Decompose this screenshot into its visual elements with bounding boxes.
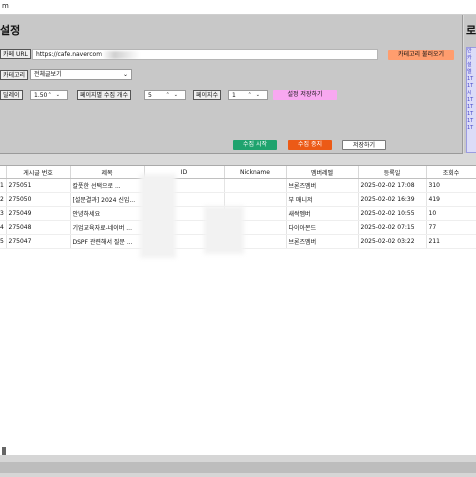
table-cell: 419 xyxy=(426,192,476,207)
start-collect-button[interactable]: 수집 시작 xyxy=(233,140,277,150)
redacted-id-blur xyxy=(140,174,176,258)
load-category-button[interactable]: 카테고리 불러오기 xyxy=(388,50,454,60)
pages-label: 페이지수 xyxy=(193,90,222,100)
delay-spinbox[interactable]: 1.50 ⌃⌄ xyxy=(30,90,68,100)
log-list[interactable]: 안 카 설 엘 1T 1T 시 1T 1T 1T 1T 1T xyxy=(466,47,476,153)
log-item: 1T xyxy=(467,83,474,89)
category-select[interactable]: 전체글보기 ⌄ xyxy=(30,69,132,80)
table-header-row: 게시글 번호 제목 ID Nickname 멤버레벨 등록일 조회수 xyxy=(0,166,476,179)
table-cell: 2025-02-02 17:08 xyxy=(358,178,427,193)
per-page-spinbox[interactable]: 5 ⌃⌄ xyxy=(144,90,186,100)
table-cell: DSPF 관련해서 질문 ... xyxy=(70,234,145,249)
title-bar: m xyxy=(0,0,476,15)
horizontal-scrollbar[interactable] xyxy=(0,462,476,473)
table-row[interactable]: 1 275051 칼풋한 선택으로 ... 브론즈멤버 2025-02-02 17:08… xyxy=(0,178,476,193)
settings-heading: 설정 xyxy=(0,24,21,37)
column-header[interactable]: 조회수 xyxy=(426,166,476,179)
table-cell: 2025-02-02 10:55 xyxy=(358,206,427,221)
table-cell: [설문결과] 2024 신입... xyxy=(70,192,145,207)
column-header[interactable]: 제목 xyxy=(70,166,145,179)
log-item: 설 xyxy=(467,62,472,68)
window-title: m xyxy=(2,2,9,10)
save-button[interactable]: 저장하기 xyxy=(342,140,386,150)
cafe-url-value: https://cafe.navercom xyxy=(36,51,103,58)
table-cell: 안녕하세요 xyxy=(70,206,145,221)
table-cell: 새싹멤버 xyxy=(286,206,359,221)
table-cell: 브론즈멤버 xyxy=(286,178,359,193)
table-cell: 2025-02-02 16:39 xyxy=(358,192,427,207)
results-table-container: 게시글 번호 제목 ID Nickname 멤버레벨 등록일 조회수 1 275051 칼풋한 … xyxy=(0,165,476,456)
spin-arrows-icon[interactable]: ⌃⌄ xyxy=(48,91,64,100)
log-item: 1T xyxy=(467,104,474,110)
log-item: 1T xyxy=(467,125,474,131)
table-cell: 275047 xyxy=(6,234,71,249)
spin-arrows-icon[interactable]: ⌃⌄ xyxy=(248,91,264,100)
log-panel: 로 안 카 설 엘 1T 1T 시 1T 1T 1T 1T 1T xyxy=(464,15,476,153)
category-label: 카테고리 xyxy=(0,70,29,80)
table-cell: 10 xyxy=(426,206,476,221)
pages-spinbox[interactable]: 1 ⌃⌄ xyxy=(228,90,268,100)
scroll-handle[interactable] xyxy=(2,447,6,455)
column-header[interactable]: 멤버레벨 xyxy=(286,166,359,179)
log-item: 시 xyxy=(467,90,472,96)
table-row[interactable]: 2 275050 [설문결과] 2024 신입... 부 매니저 2025-02-02 … xyxy=(0,192,476,207)
settings-panel: 설정 카페 URL https://cafe.navercom 카테고리 불러오… xyxy=(0,15,463,154)
table-cell: 기업교육자료-네이버 ... xyxy=(70,220,145,235)
chevron-down-icon: ⌄ xyxy=(122,71,128,78)
column-header[interactable]: Nickname xyxy=(224,166,287,179)
table-cell: 브론즈멤버 xyxy=(286,234,359,249)
delay-label: 딜레이 xyxy=(0,90,23,100)
per-page-label: 페이지별 수집 개수 xyxy=(77,90,131,100)
per-page-value: 5 xyxy=(148,92,152,99)
status-bar xyxy=(0,447,476,477)
table-cell: 275048 xyxy=(6,220,71,235)
save-settings-button[interactable]: 설정 저장하기 xyxy=(273,90,337,100)
column-header[interactable]: 등록일 xyxy=(358,166,427,179)
redacted-url-blur xyxy=(102,50,141,59)
table-cell: 275050 xyxy=(6,192,71,207)
table-cell: 칼풋한 선택으로 ... xyxy=(70,178,145,193)
log-item: 카 xyxy=(467,55,472,61)
pages-value: 1 xyxy=(232,92,236,99)
table-cell: 다이아몬드 xyxy=(286,220,359,235)
table-cell xyxy=(224,192,287,207)
table-cell: 부 매니저 xyxy=(286,192,359,207)
cafe-url-input[interactable]: https://cafe.navercom xyxy=(32,49,378,60)
table-cell: 211 xyxy=(426,234,476,249)
table-cell: 275049 xyxy=(6,206,71,221)
log-item: 엘 xyxy=(467,69,472,75)
spin-arrows-icon[interactable]: ⌃⌄ xyxy=(166,91,182,100)
log-item: 안 xyxy=(467,48,472,54)
stop-collect-button[interactable]: 수집 중지 xyxy=(288,140,332,150)
category-value: 전체글보기 xyxy=(34,71,62,78)
log-item: 1T xyxy=(467,118,474,124)
delay-value: 1.50 xyxy=(34,92,48,99)
table-cell: 2025-02-02 07:15 xyxy=(358,220,427,235)
cafe-url-label: 카페 URL xyxy=(0,49,31,59)
log-item: 1T xyxy=(467,111,474,117)
log-item: 1T xyxy=(467,76,474,82)
log-heading: 로 xyxy=(466,24,476,37)
table-cell xyxy=(224,178,287,193)
table-cell: 275051 xyxy=(6,178,71,193)
column-header[interactable]: 게시글 번호 xyxy=(6,166,71,179)
log-item: 1T xyxy=(467,97,474,103)
redacted-nickname-blur xyxy=(204,206,244,254)
table-cell: 2025-02-02 03:22 xyxy=(358,234,427,249)
table-cell: 77 xyxy=(426,220,476,235)
table-cell: 310 xyxy=(426,178,476,193)
